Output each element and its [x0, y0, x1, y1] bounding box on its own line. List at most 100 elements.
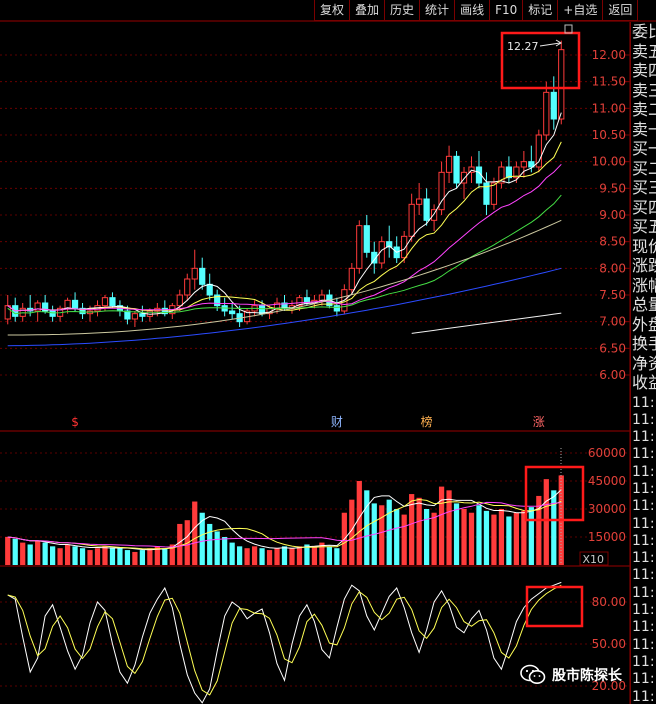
candle-body[interactable] [184, 278, 191, 296]
toolbar-button[interactable]: 返回 [603, 0, 639, 21]
volume-bar[interactable] [506, 516, 512, 565]
volume-bar[interactable] [334, 548, 340, 565]
candle-body[interactable] [543, 91, 550, 136]
toolbar-button[interactable]: 历史 [385, 0, 421, 21]
candle-body[interactable] [34, 302, 41, 312]
toolbar-button[interactable]: 标记 [523, 0, 559, 21]
volume-bar[interactable] [109, 547, 116, 565]
toolbar-button[interactable]: +自选 [558, 0, 604, 21]
volume-bar[interactable] [274, 548, 280, 565]
volume-bar[interactable] [438, 486, 445, 565]
volume-bar[interactable] [468, 512, 475, 565]
volume-bar[interactable] [416, 497, 422, 565]
event-marker[interactable]: 财 [331, 415, 343, 429]
volume-bar[interactable] [147, 548, 153, 565]
candle-body[interactable] [176, 294, 183, 307]
candle-body[interactable] [408, 203, 415, 237]
candle-body[interactable] [64, 299, 71, 309]
volume-bar[interactable] [498, 509, 505, 565]
toolbar-button[interactable]: 画线 [455, 0, 491, 21]
candle-body[interactable] [520, 161, 527, 168]
volume-bar[interactable] [453, 503, 460, 565]
candle-body[interactable] [4, 305, 11, 320]
volume-bar[interactable] [476, 505, 482, 565]
candle-body[interactable] [124, 310, 131, 320]
volume-panel[interactable] [5, 448, 564, 565]
volume-bar[interactable] [50, 546, 56, 565]
volume-bar[interactable] [379, 505, 385, 565]
candle-body[interactable] [490, 182, 498, 205]
volume-bar[interactable] [72, 546, 78, 565]
toolbar-button[interactable]: 叠加 [350, 0, 386, 21]
volume-bar[interactable] [543, 479, 549, 565]
candle-body[interactable] [131, 313, 139, 320]
volume-bar[interactable] [139, 550, 145, 565]
volume-bar[interactable] [528, 507, 534, 565]
volume-bar[interactable] [431, 512, 437, 565]
candle-body[interactable] [101, 297, 109, 307]
volume-bar[interactable] [27, 544, 33, 565]
candle-body[interactable] [445, 155, 453, 173]
candle-body[interactable] [206, 283, 213, 296]
candle-body[interactable] [333, 305, 340, 312]
volume-bar[interactable] [251, 546, 258, 565]
candle-body[interactable] [229, 310, 236, 315]
kdj-panel[interactable] [7, 581, 562, 704]
volume-bar[interactable] [12, 538, 18, 565]
volume-bar[interactable] [87, 550, 93, 565]
price-panel[interactable]: $ 财 榜 涨 [4, 40, 565, 429]
volume-bar[interactable] [177, 523, 183, 565]
volume-bar[interactable] [102, 546, 108, 565]
candle-body[interactable] [348, 267, 355, 291]
volume-bar[interactable] [394, 509, 400, 565]
candle-body[interactable] [356, 225, 363, 269]
volume-bar[interactable] [192, 501, 198, 565]
volume-bar[interactable] [244, 548, 250, 565]
volume-bar[interactable] [289, 548, 295, 565]
volume-bar[interactable] [551, 490, 557, 565]
volume-bar[interactable] [513, 512, 519, 565]
event-marker[interactable]: 涨 [533, 414, 545, 429]
volume-bar[interactable] [214, 531, 220, 565]
volume-bar[interactable] [35, 540, 41, 565]
volume-bar[interactable] [207, 523, 213, 565]
volume-bar[interactable] [94, 548, 101, 565]
volume-bar[interactable] [229, 542, 235, 565]
event-marker[interactable]: 榜 [421, 414, 433, 429]
volume-bar[interactable] [117, 548, 123, 565]
volume-bar[interactable] [281, 546, 288, 565]
candle-body[interactable] [423, 198, 430, 221]
candle-body[interactable] [318, 294, 326, 301]
volume-bar[interactable] [311, 546, 318, 565]
toolbar-button[interactable]: F10 [490, 0, 524, 21]
event-marker[interactable]: $ [71, 415, 79, 429]
volume-bar[interactable] [162, 548, 168, 565]
candle-body[interactable] [49, 310, 56, 317]
volume-bar[interactable] [259, 548, 265, 565]
candle-body[interactable] [416, 198, 423, 205]
volume-bar[interactable] [57, 548, 63, 565]
candle-body[interactable] [363, 225, 370, 253]
stock-chart[interactable]: $ 财 榜 涨 12.00 11.50 11.00 10.50 10.00 9.50 9.00 8.… [0, 0, 656, 704]
volume-bar[interactable] [222, 537, 228, 565]
toolbar-button[interactable]: 统计 [420, 0, 456, 21]
volume-bar[interactable] [5, 537, 11, 565]
volume-bar[interactable] [401, 514, 407, 565]
volume-bar[interactable] [64, 544, 71, 565]
toolbar-button[interactable]: 复权 [315, 0, 351, 21]
candle-body[interactable] [550, 91, 557, 120]
volume-bar[interactable] [356, 481, 362, 565]
volume-bar[interactable] [296, 546, 303, 565]
volume-bar[interactable] [461, 509, 467, 565]
candle-body[interactable] [139, 313, 146, 317]
volume-bar[interactable] [266, 550, 273, 565]
volume-bar[interactable] [79, 548, 86, 565]
volume-bar[interactable] [491, 514, 497, 565]
candle-body[interactable] [71, 299, 79, 309]
candle-body[interactable] [199, 267, 206, 285]
volume-bar[interactable] [424, 509, 430, 565]
volume-bar[interactable] [124, 550, 131, 565]
volume-bar[interactable] [132, 551, 138, 565]
candle-body[interactable] [109, 297, 116, 307]
volume-bar[interactable] [237, 546, 243, 565]
